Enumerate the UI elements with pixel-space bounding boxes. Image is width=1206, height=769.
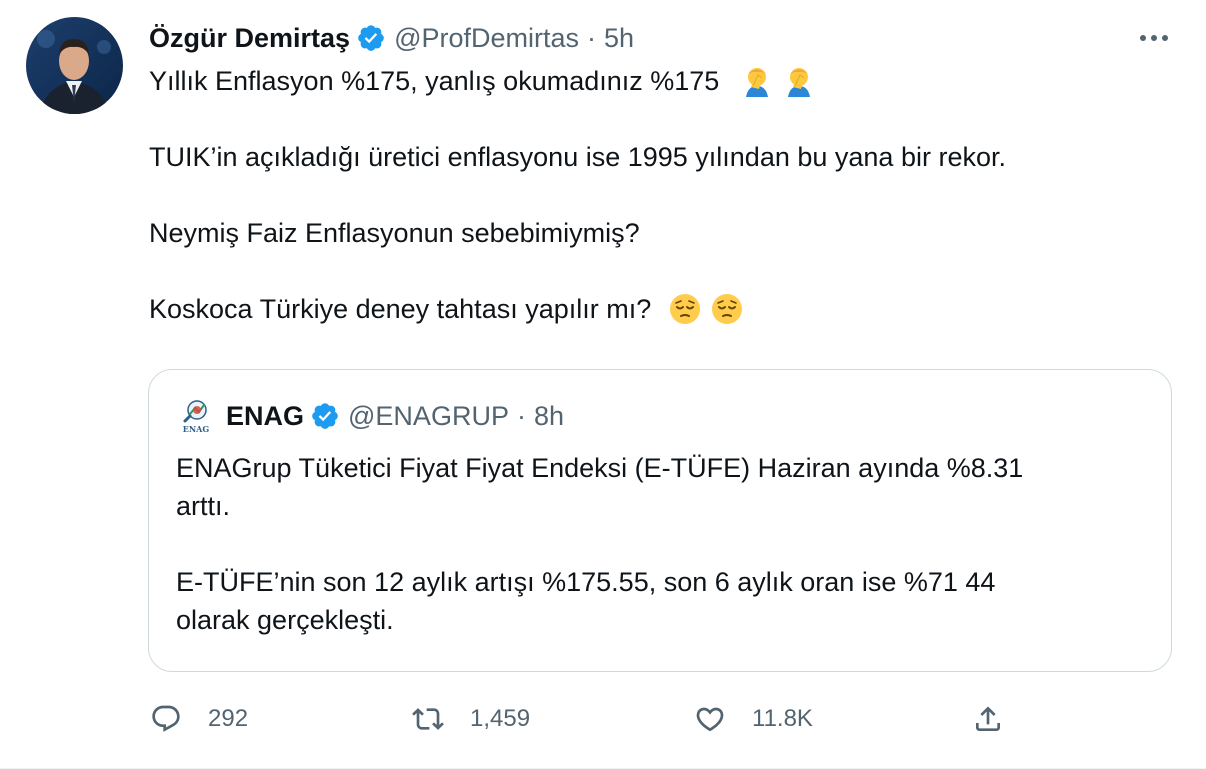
retweet-icon [412, 708, 444, 730]
header-separator: · [587, 22, 597, 53]
share-icon [976, 706, 1000, 731]
author-handle[interactable]: @ProfDemirtas [394, 23, 579, 54]
quoted-line-2: arttı. [176, 491, 231, 521]
tweet[interactable]: Özgür Demirtaş @ProfDemirtas · 5h Yıllık… [0, 0, 1206, 769]
pensive-emoji [711, 293, 743, 325]
more-options-icon[interactable] [1132, 22, 1176, 54]
quoted-tweet-header: ENAG ENAG @ENAGRUP · 8h [176, 396, 564, 436]
quoted-line-1: ENAGrup Tüketici Fiyat Fiyat Endeksi (E-… [176, 453, 1024, 483]
heart-icon [696, 707, 724, 732]
tweet-line-1: Yıllık Enflasyon %175, yanlış okumadınız… [149, 66, 720, 96]
reply-button[interactable]: 292 [150, 696, 248, 742]
tweet-line-2: TUIK’in açıkladığı üretici enflasyonu is… [149, 142, 1006, 172]
quoted-line-3: E-TÜFE’nin son 12 aylık artışı %175.55, … [176, 567, 996, 597]
tweet-text: Yıllık Enflasyon %175, yanlış okumadınız… [149, 62, 1149, 328]
enag-logo[interactable]: ENAG [176, 396, 216, 436]
retweet-button[interactable]: 1,459 [412, 696, 530, 742]
like-button[interactable]: 11.8K [694, 696, 813, 742]
retweet-count: 1,459 [470, 705, 531, 732]
reply-count: 292 [208, 705, 249, 732]
quoted-tweet[interactable]: ENAG ENAG @ENAGRUP · 8h ENAGrup Tüketici… [148, 369, 1172, 672]
tweet-line-4: Koskoca Türkiye deney tahtası yapılır mı… [149, 294, 652, 324]
tweet-header: Özgür Demirtaş @ProfDemirtas · 5h [149, 20, 634, 56]
tweet-actions: 292 1,459 11.8K [0, 696, 1206, 742]
like-count: 11.8K [752, 705, 813, 732]
tweet-timestamp[interactable]: 5h [604, 23, 634, 54]
quoted-author-handle[interactable]: @ENAGRUP [348, 401, 509, 432]
quoted-author-name[interactable]: ENAG [226, 401, 304, 432]
facepalm-emoji [783, 65, 815, 97]
pensive-emoji [669, 293, 701, 325]
quoted-tweet-timestamp[interactable]: 8h [534, 401, 564, 432]
share-button[interactable] [972, 696, 1004, 742]
facepalm-emoji [741, 65, 773, 97]
quoted-header-separator: · [516, 400, 526, 431]
author-name[interactable]: Özgür Demirtaş [149, 23, 350, 54]
svg-text:ENAG: ENAG [183, 424, 210, 434]
reply-icon [152, 705, 180, 732]
avatar[interactable] [26, 17, 123, 114]
tweet-line-3: Neymiş Faiz Enflasyonun sebebimiymiş? [149, 218, 640, 248]
avatar-photo [26, 17, 123, 114]
verified-badge-icon [356, 23, 386, 53]
quoted-line-4: olarak gerçekleşti. [176, 605, 394, 635]
quoted-tweet-text: ENAGrup Tüketici Fiyat Fiyat Endeksi (E-… [176, 449, 1136, 639]
verified-badge-icon [310, 401, 340, 431]
